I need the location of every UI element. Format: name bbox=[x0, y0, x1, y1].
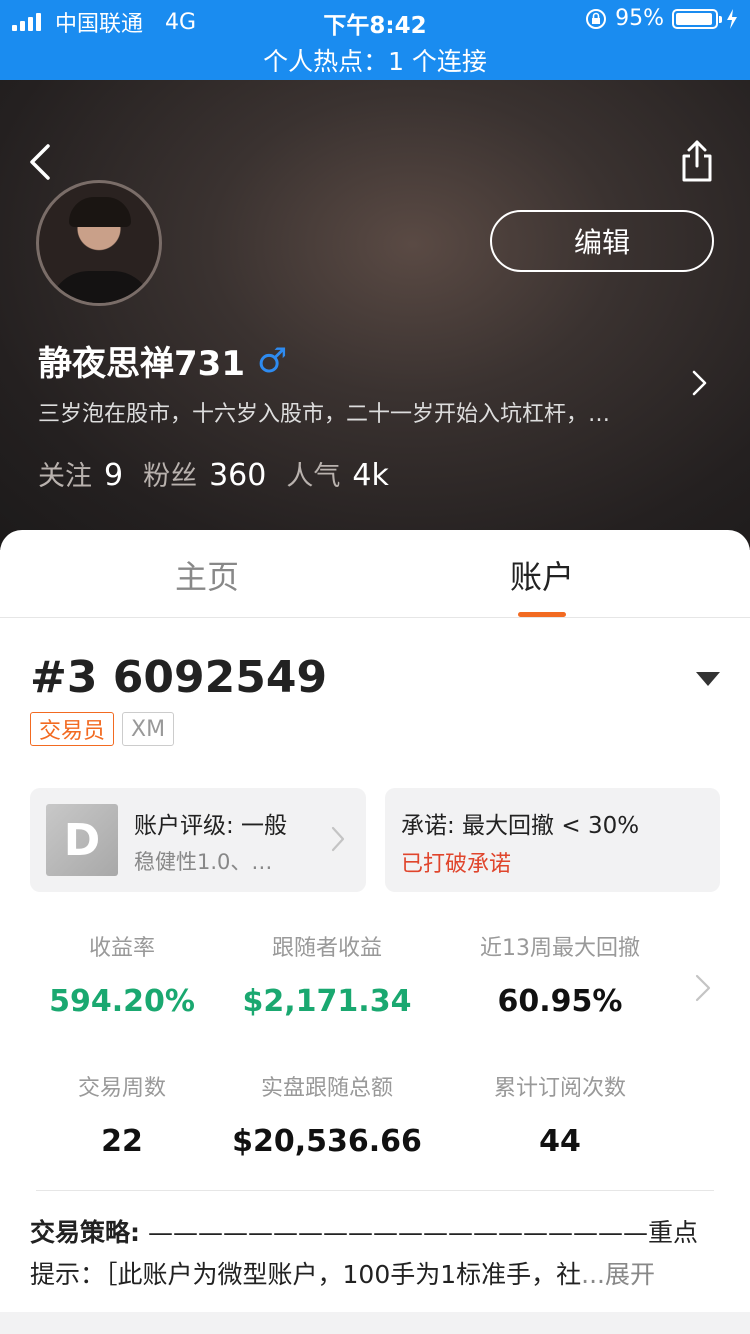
metric-label: 实盘跟随总额 bbox=[260, 1076, 393, 1101]
active-tab-indicator bbox=[518, 612, 566, 617]
tab-account[interactable]: 账户 bbox=[510, 552, 574, 598]
metric-label: 交易周数 bbox=[77, 1076, 166, 1101]
chevron-left-icon[interactable] bbox=[24, 142, 64, 182]
grade-badge: D bbox=[46, 804, 118, 876]
metric-return: 收益率 594.20% bbox=[22, 930, 222, 1019]
metric-value: 594.20% bbox=[49, 984, 195, 1019]
metric-follow-total: 实盘跟随总额 $20,536.66 bbox=[222, 1070, 432, 1159]
metric-value: 44 bbox=[539, 1124, 581, 1159]
account-rating-card[interactable]: D 账户评级: 一般 稳健性1.0、… bbox=[30, 788, 366, 892]
metric-subscriptions: 累计订阅次数 44 bbox=[460, 1070, 660, 1159]
stat-fans-label[interactable]: 粉丝 bbox=[143, 454, 197, 493]
expand-link[interactable]: ...展开 bbox=[581, 1260, 655, 1289]
divider bbox=[36, 1190, 714, 1191]
dropdown-icon[interactable] bbox=[696, 672, 720, 686]
promise-card[interactable]: 承诺: 最大回撤 < 30% 已打破承诺 bbox=[385, 788, 720, 892]
stat-following-value[interactable]: 9 bbox=[104, 458, 123, 493]
chevron-right-icon[interactable] bbox=[690, 368, 710, 398]
strategy-section[interactable]: 交易策略: ————————————————————重点提示：［此账户为微型账户… bbox=[30, 1212, 700, 1296]
promise-status: 已打破承诺 bbox=[401, 852, 512, 877]
chevron-right-icon bbox=[331, 826, 345, 852]
chevron-right-icon[interactable] bbox=[694, 972, 712, 1004]
metric-label: 收益率 bbox=[88, 936, 155, 961]
metric-value: $20,536.66 bbox=[232, 1124, 422, 1159]
rating-title: 账户评级: 一般 bbox=[134, 813, 288, 839]
charging-icon bbox=[727, 8, 737, 29]
share-icon[interactable] bbox=[678, 138, 716, 184]
battery-percent: 95% bbox=[615, 6, 664, 31]
status-bar: 中国联通 4G 下午8:42 95% 个人热点：1 个连接 bbox=[0, 0, 750, 80]
male-icon: ♂ bbox=[256, 340, 288, 381]
strategy-label: 交易策略: bbox=[30, 1218, 140, 1247]
rotation-lock-icon bbox=[586, 8, 607, 29]
edit-button[interactable]: 编辑 bbox=[490, 210, 714, 272]
metric-max-drawdown: 近13周最大回撤 60.95% bbox=[460, 930, 660, 1019]
metric-value: 22 bbox=[101, 1124, 143, 1159]
metric-label: 跟随者收益 bbox=[271, 936, 382, 961]
stat-fans-value[interactable]: 360 bbox=[209, 458, 266, 493]
profile-stats: 关注 9 粉丝 360 人气 4k bbox=[38, 454, 397, 493]
broker-badge: XM bbox=[122, 712, 175, 746]
bottom-spacer bbox=[0, 1312, 750, 1334]
profile-bio[interactable]: 三岁泡在股市，十六岁入股市，二十一岁开始入坑杠杆，… bbox=[38, 396, 678, 428]
profile-name: 静夜思禅731 bbox=[38, 344, 245, 384]
stat-following-label[interactable]: 关注 bbox=[38, 454, 92, 493]
tab-bar: 主页 账户 bbox=[0, 530, 750, 618]
metric-label: 累计订阅次数 bbox=[493, 1076, 626, 1101]
metric-follower-profit: 跟随者收益 $2,171.34 bbox=[222, 930, 432, 1019]
account-id: #3 6092549 bbox=[30, 652, 328, 703]
profile-name-row: 静夜思禅731 ♂ bbox=[38, 336, 287, 385]
metric-value: 60.95% bbox=[497, 984, 623, 1019]
trader-badge: 交易员 bbox=[30, 712, 115, 746]
metric-label: 近13周最大回撤 bbox=[480, 936, 640, 961]
avatar[interactable] bbox=[36, 180, 162, 306]
rating-subtitle: 稳健性1.0、… bbox=[134, 850, 273, 874]
account-badges: 交易员 XM bbox=[30, 712, 175, 746]
profile-header: 编辑 静夜思禅731 ♂ 三岁泡在股市，十六岁入股市，二十一岁开始入坑杠杆，… … bbox=[0, 80, 750, 550]
tab-home[interactable]: 主页 bbox=[175, 552, 239, 598]
stat-popularity-label: 人气 bbox=[286, 461, 341, 492]
promise-title: 承诺: 最大回撤 < 30% bbox=[401, 813, 640, 839]
metric-value: $2,171.34 bbox=[242, 984, 412, 1019]
stat-popularity-value: 4k bbox=[352, 458, 389, 493]
metric-trading-weeks: 交易周数 22 bbox=[22, 1070, 222, 1159]
hotspot-banner[interactable]: 个人热点：1 个连接 bbox=[0, 42, 750, 78]
battery-icon bbox=[672, 8, 722, 29]
